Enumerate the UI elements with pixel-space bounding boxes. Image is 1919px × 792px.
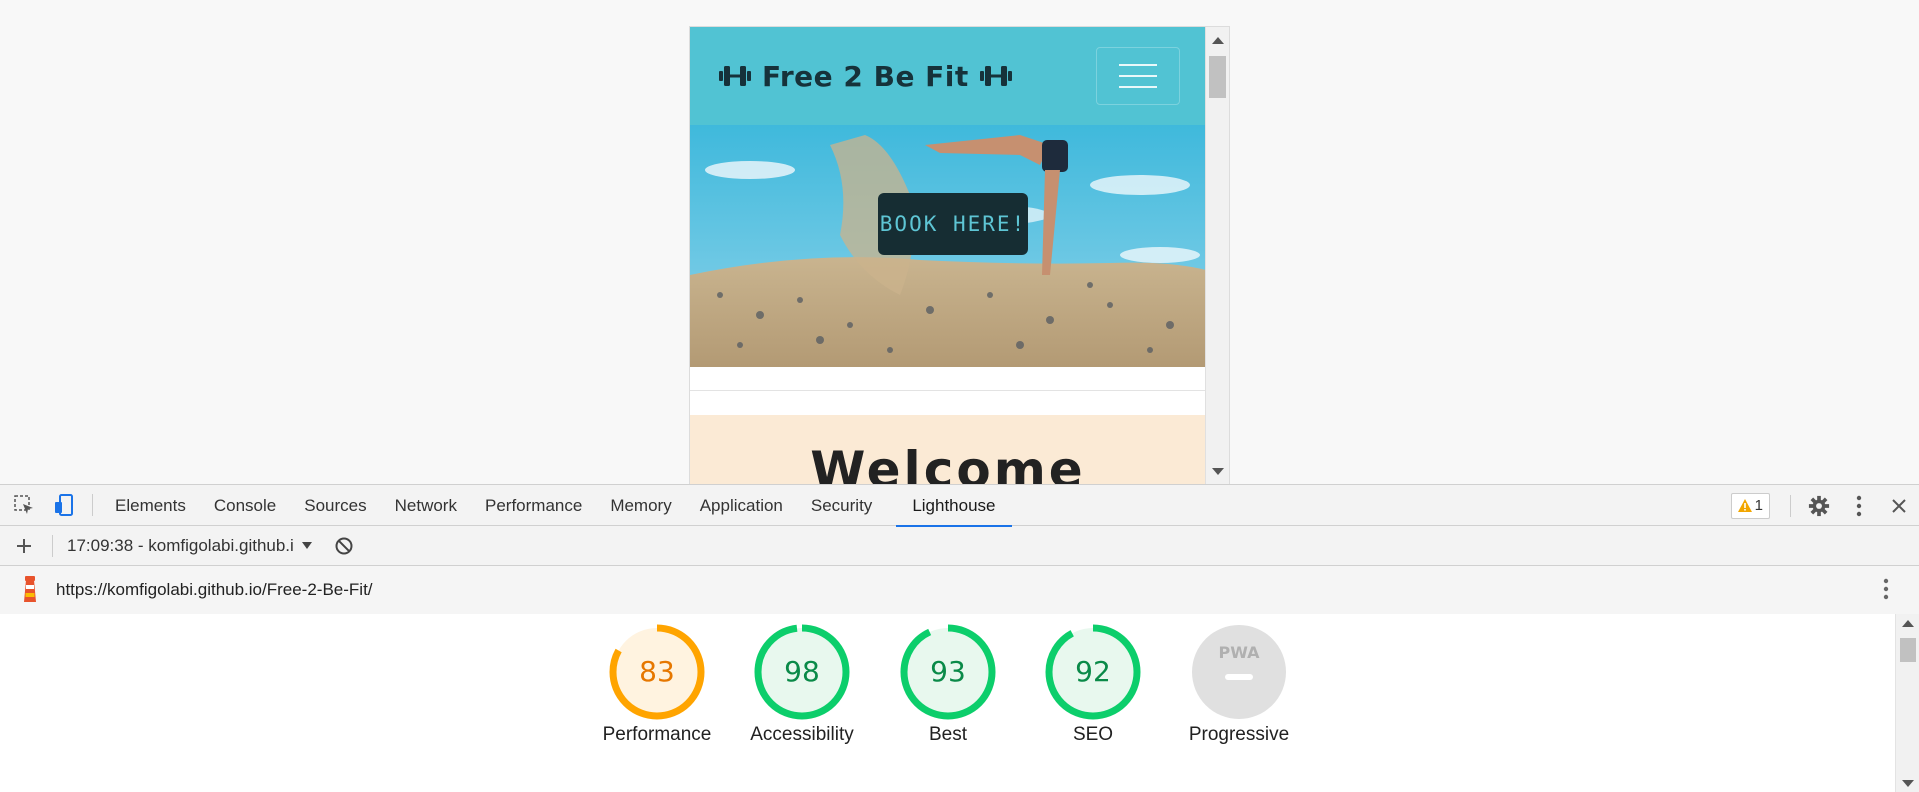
device-toolbar-icon[interactable] <box>44 485 84 525</box>
score-gauge-performance[interactable]: 83 Performance <box>597 622 717 746</box>
report-url: https://komfigolabi.github.io/Free-2-Be-… <box>56 580 373 599</box>
close-icon[interactable] <box>1879 485 1919 526</box>
score-value: 83 <box>639 655 675 688</box>
welcome-heading: Welcome <box>810 441 1086 484</box>
report-select-value: 17:09:38 - komfigolabi.github.i <box>67 535 294 555</box>
scrollbar-thumb[interactable] <box>1900 638 1916 662</box>
score-value: 92 <box>1075 655 1111 688</box>
score-label: Accessibility <box>750 724 854 745</box>
toolbar-separator <box>92 494 93 516</box>
site-navbar: Free 2 Be Fit <box>690 27 1206 125</box>
welcome-section: Welcome <box>690 415 1206 484</box>
devtools-panel: Elements Console Sources Network Perform… <box>0 484 1919 792</box>
score-gauge-accessibility[interactable]: 98 Accessibility <box>742 622 862 746</box>
scrollbar-thumb[interactable] <box>1209 56 1226 98</box>
pwa-badge-icon: PWA <box>1192 625 1286 719</box>
warning-icon <box>1737 499 1752 512</box>
pwa-text: PWA <box>1218 643 1260 662</box>
toolbar-separator <box>1790 494 1791 517</box>
hero-banner: BOOK HERE! <box>690 125 1206 367</box>
scroll-down-arrow-icon[interactable] <box>1212 468 1224 475</box>
scroll-down-arrow-icon[interactable] <box>1902 780 1914 787</box>
score-gauge-best-practices[interactable]: 93 Best <box>888 622 1008 746</box>
tab-performance[interactable]: Performance <box>471 485 596 526</box>
hamburger-line <box>1119 75 1157 77</box>
score-label: Progressive <box>1188 724 1290 745</box>
plus-icon[interactable] <box>4 526 44 566</box>
score-label: SEO <box>1072 724 1114 745</box>
warnings-badge[interactable]: 1 <box>1730 492 1770 519</box>
score-gauge-pwa[interactable]: PWA Progressive <box>1179 622 1299 746</box>
score-value: 93 <box>930 655 966 688</box>
device-frame: Free 2 Be Fit BOOK HERE! Welcome <box>689 26 1230 484</box>
inspect-element-icon[interactable] <box>4 485 44 525</box>
gauge-ring: 92 <box>1045 624 1141 720</box>
clear-block-icon[interactable] <box>324 526 364 566</box>
score-label: Performance <box>602 724 712 745</box>
scroll-up-arrow-icon[interactable] <box>1902 620 1914 627</box>
viewport-scrollbar[interactable] <box>1205 27 1229 484</box>
chevron-down-icon <box>301 541 312 549</box>
lighthouse-toolbar: 17:09:38 - komfigolabi.github.i <box>0 526 1919 566</box>
gear-icon[interactable] <box>1799 485 1839 526</box>
devtools-tabbar: Elements Console Sources Network Perform… <box>0 485 1919 527</box>
more-options-icon[interactable] <box>1839 485 1879 526</box>
book-here-button[interactable]: BOOK HERE! <box>878 193 1028 255</box>
report-select-dropdown[interactable]: 17:09:38 - komfigolabi.github.i <box>67 536 312 556</box>
score-label: Best <box>928 724 968 745</box>
toolbar-separator <box>52 534 53 557</box>
tab-sources[interactable]: Sources <box>290 485 380 526</box>
warnings-count: 1 <box>1754 497 1763 514</box>
lighthouse-logo-icon <box>24 576 36 602</box>
gauge-ring: 93 <box>900 624 996 720</box>
lighthouse-report: 83 Performance 98 Accessibility 93 Best <box>0 614 1919 792</box>
section-divider <box>690 367 1206 391</box>
hamburger-line <box>1119 64 1157 66</box>
hamburger-menu-button[interactable] <box>1096 47 1180 105</box>
dumbbell-icon <box>719 66 751 86</box>
devtools-right-tools: 1 <box>1730 485 1919 526</box>
dumbbell-icon <box>979 66 1012 86</box>
tab-application[interactable]: Application <box>686 485 797 526</box>
report-url-bar: https://komfigolabi.github.io/Free-2-Be-… <box>0 566 1919 614</box>
gauge-ring: 98 <box>754 624 850 720</box>
scroll-up-arrow-icon[interactable] <box>1212 37 1224 44</box>
report-scrollbar[interactable] <box>1895 614 1919 792</box>
hamburger-line <box>1119 86 1157 88</box>
score-value: 98 <box>784 655 820 688</box>
brand-text: Free 2 Be Fit <box>762 59 969 93</box>
tab-memory[interactable]: Memory <box>596 485 685 526</box>
website-page: Free 2 Be Fit BOOK HERE! Welcome <box>690 27 1206 484</box>
site-brand[interactable]: Free 2 Be Fit <box>718 60 1013 93</box>
tab-network[interactable]: Network <box>381 485 471 526</box>
score-gauge-seo[interactable]: 92 SEO <box>1033 622 1153 746</box>
tab-lighthouse[interactable]: Lighthouse <box>896 485 1012 527</box>
tab-elements[interactable]: Elements <box>101 485 200 526</box>
report-menu-icon[interactable] <box>1883 578 1889 605</box>
tab-console[interactable]: Console <box>200 485 290 526</box>
emulated-viewport-area: Free 2 Be Fit BOOK HERE! Welcome <box>0 0 1919 484</box>
tab-security[interactable]: Security <box>797 485 886 526</box>
gauge-ring: 83 <box>609 624 705 720</box>
